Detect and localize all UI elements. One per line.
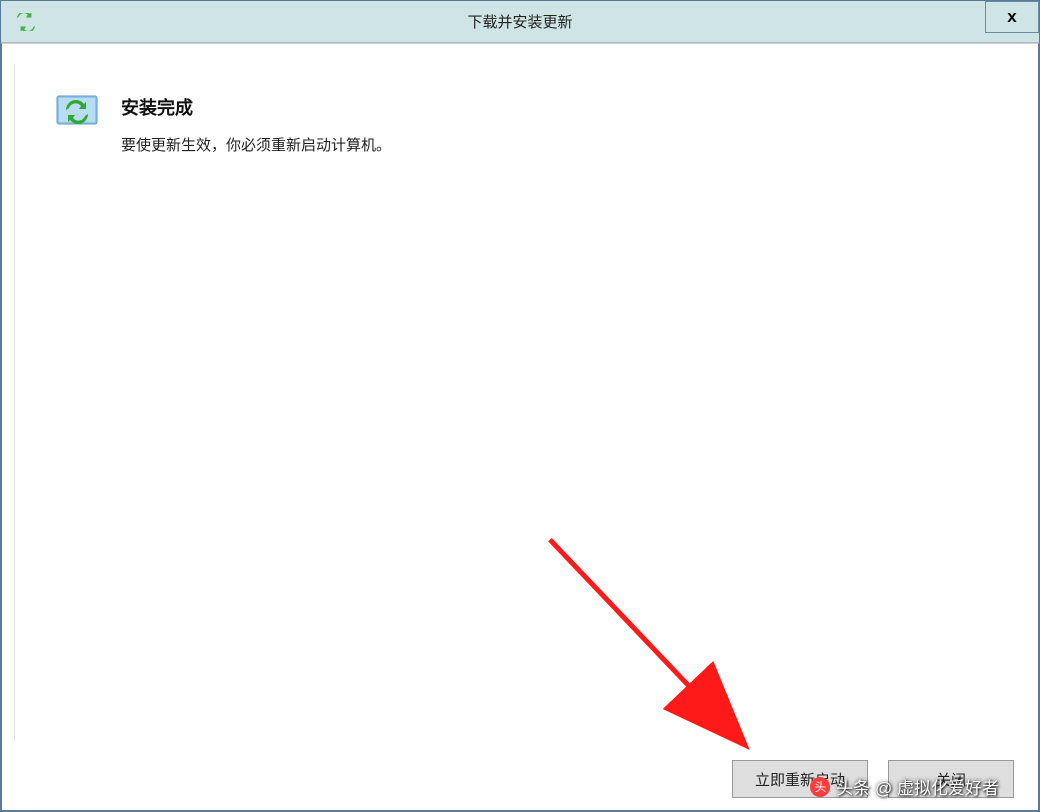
message-body: 要使更新生效，你必须重新启动计算机。 xyxy=(121,134,391,155)
dialog-window: 下载并安装更新 x 安装完成 要使更新生效，你必须重新启动计算机。 xyxy=(0,0,1040,812)
dialog-footer: 立即重新启动 关闭 xyxy=(732,760,1014,798)
close-button[interactable]: 关闭 xyxy=(888,760,1014,798)
window-update-icon xyxy=(15,13,37,31)
restart-now-button[interactable]: 立即重新启动 xyxy=(732,760,868,798)
inner-panel: 安装完成 要使更新生效，你必须重新启动计算机。 xyxy=(14,64,1026,740)
heading: 安装完成 xyxy=(121,94,391,120)
window-title: 下载并安装更新 xyxy=(467,11,572,32)
titlebar: 下载并安装更新 x xyxy=(1,1,1039,43)
message-text: 安装完成 要使更新生效，你必须重新启动计算机。 xyxy=(121,94,391,155)
message-row: 安装完成 要使更新生效，你必须重新启动计算机。 xyxy=(55,94,998,155)
update-complete-icon xyxy=(55,94,99,130)
content-area: 安装完成 要使更新生效，你必须重新启动计算机。 立即重新启动 关闭 xyxy=(1,43,1039,811)
close-icon: x xyxy=(1007,7,1016,27)
window-close-button[interactable]: x xyxy=(985,1,1039,33)
